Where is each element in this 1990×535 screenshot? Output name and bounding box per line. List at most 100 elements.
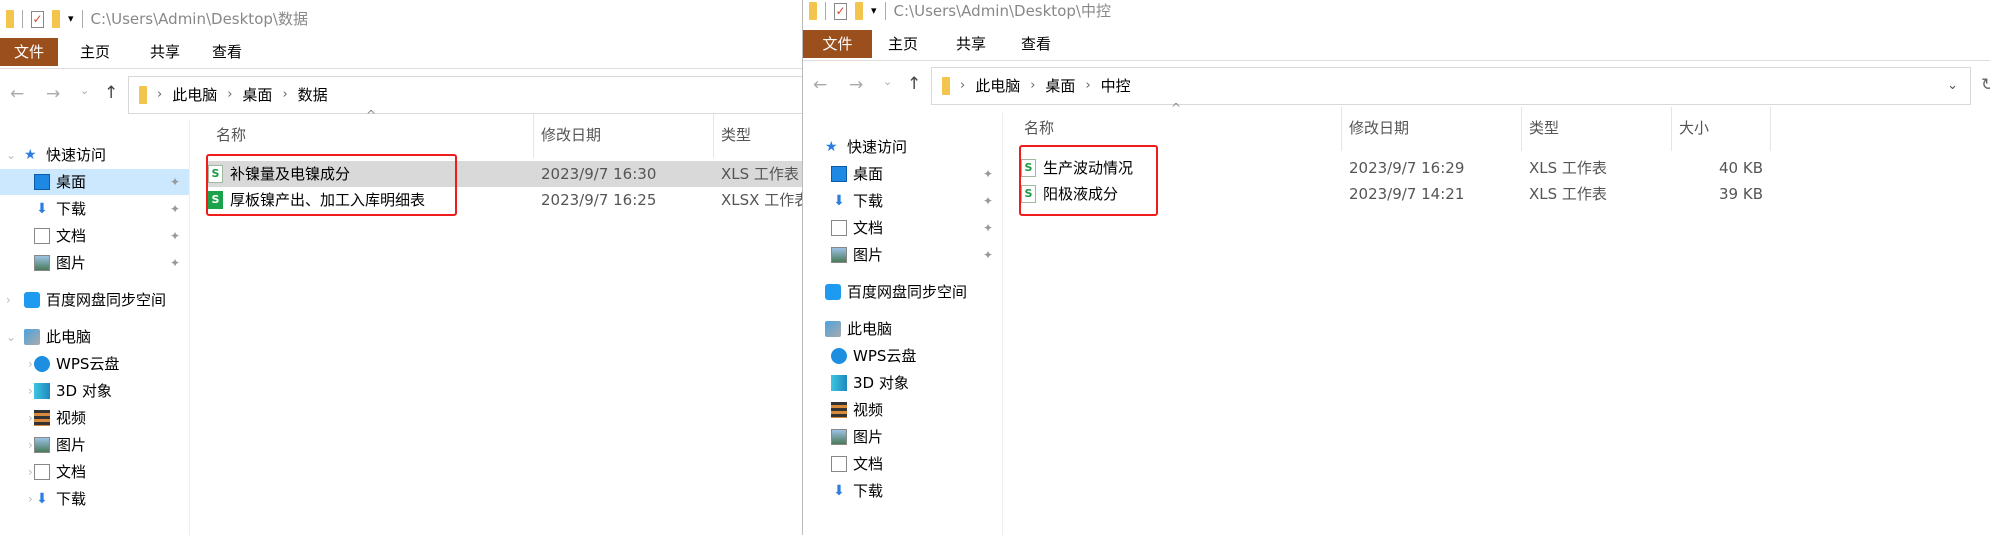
ribbon-tab-3[interactable]: 查看 xyxy=(1011,30,1061,58)
address-bar[interactable]: › 此电脑 › 桌面 › 数据 xyxy=(128,76,828,114)
chevron-right-icon[interactable]: › xyxy=(157,87,162,103)
pin-icon[interactable]: ✦ xyxy=(983,248,993,262)
up-icon[interactable]: ↑ xyxy=(907,74,921,94)
column-divider[interactable] xyxy=(1770,107,1771,151)
nav-item-video[interactable]: › 视频 xyxy=(0,405,189,431)
chevron-right-icon[interactable]: › xyxy=(28,411,33,425)
recent-locations-icon[interactable]: ⌄ xyxy=(883,75,892,88)
breadcrumb-item[interactable]: 桌面 xyxy=(1045,77,1075,95)
chevron-right-icon[interactable]: › xyxy=(1030,78,1035,94)
column-divider[interactable] xyxy=(1671,107,1672,151)
column-divider[interactable] xyxy=(1521,107,1522,151)
column-header-0[interactable]: 名称 xyxy=(216,126,246,144)
nav-item-download[interactable]: ⬇ 下载 xyxy=(803,478,1002,504)
customize-dropdown-icon[interactable]: ▾ xyxy=(871,4,877,17)
pin-icon[interactable]: ✦ xyxy=(983,167,993,181)
nav-item-pic[interactable]: 图片 xyxy=(803,424,1002,450)
column-header-2[interactable]: 类型 xyxy=(1529,119,1559,137)
chevron-down-icon[interactable]: ⌄ xyxy=(6,148,16,162)
download-icon: ⬇ xyxy=(36,491,48,507)
chevron-right-icon[interactable]: › xyxy=(1085,78,1090,94)
nav-item-pic[interactable]: › 图片 xyxy=(0,432,189,458)
address-dropdown-icon[interactable]: ⌄ xyxy=(1947,78,1958,94)
nav-item-star[interactable]: ⌄ ★ 快速访问 xyxy=(0,142,189,168)
nav-item-desktop[interactable]: 桌面 ✦ xyxy=(803,161,1002,187)
new-folder-icon[interactable] xyxy=(52,10,60,28)
nav-item-cloud[interactable]: WPS云盘 xyxy=(803,343,1002,369)
nav-item-baidu[interactable]: 百度网盘同步空间 xyxy=(803,279,1002,305)
column-divider[interactable] xyxy=(533,114,534,158)
nav-item-doc[interactable]: 文档 xyxy=(803,451,1002,477)
nav-item-doc[interactable]: › 文档 xyxy=(0,459,189,485)
nav-item-video[interactable]: 视频 xyxy=(803,397,1002,423)
pin-icon[interactable]: ✦ xyxy=(983,194,993,208)
nav-item-pc[interactable]: 此电脑 xyxy=(803,316,1002,342)
nav-item-doc[interactable]: 文档 ✦ xyxy=(803,215,1002,241)
chevron-right-icon[interactable]: › xyxy=(282,87,287,103)
chevron-right-icon[interactable]: › xyxy=(28,492,33,506)
chevron-right-icon[interactable]: › xyxy=(227,87,232,103)
pin-icon[interactable]: ✦ xyxy=(170,229,180,243)
ribbon-tab-1[interactable]: 主页 xyxy=(70,38,120,66)
column-header-1[interactable]: 修改日期 xyxy=(541,126,601,144)
back-icon[interactable]: ← xyxy=(813,75,827,95)
nav-item-cube[interactable]: 3D 对象 xyxy=(803,370,1002,396)
properties-icon[interactable]: ✓ xyxy=(834,2,847,20)
pin-icon[interactable]: ✦ xyxy=(170,202,180,216)
nav-item-download[interactable]: ⬇ 下载 ✦ xyxy=(803,188,1002,214)
ribbon-tab-2[interactable]: 共享 xyxy=(946,30,996,58)
breadcrumb-item[interactable]: 此电脑 xyxy=(172,86,217,104)
recent-locations-icon[interactable]: ⌄ xyxy=(80,84,89,97)
nav-item-download[interactable]: › ⬇ 下载 xyxy=(0,486,189,512)
nav-item-doc[interactable]: 文档 ✦ xyxy=(0,223,189,249)
nav-item-pc[interactable]: ⌄ 此电脑 xyxy=(0,324,189,350)
nav-item-label: 视频 xyxy=(56,409,87,427)
address-bar[interactable]: › 此电脑 › 桌面 › 中控 ⌄ xyxy=(931,67,1971,105)
ribbon-tab-1[interactable]: 主页 xyxy=(878,30,928,58)
chevron-right-icon[interactable]: › xyxy=(28,465,33,479)
nav-item-pic[interactable]: 图片 ✦ xyxy=(803,242,1002,268)
back-icon[interactable]: ← xyxy=(10,84,24,104)
new-folder-icon[interactable] xyxy=(855,2,863,20)
chevron-right-icon[interactable]: › xyxy=(28,357,33,371)
up-icon[interactable]: ↑ xyxy=(104,83,118,103)
nav-item-cloud[interactable]: › WPS云盘 xyxy=(0,351,189,377)
nav-item-label: 图片 xyxy=(56,436,87,454)
chevron-down-icon[interactable]: ⌄ xyxy=(6,330,16,344)
ribbon-tab-0[interactable]: 文件 xyxy=(803,30,872,58)
customize-dropdown-icon[interactable]: ▾ xyxy=(68,12,74,25)
ribbon-tab-2[interactable]: 共享 xyxy=(140,38,190,66)
nav-item-desktop[interactable]: 桌面 ✦ xyxy=(0,169,189,195)
column-header-2[interactable]: 类型 xyxy=(721,126,751,144)
pin-icon[interactable]: ✦ xyxy=(983,221,993,235)
column-header-3[interactable]: 大小 xyxy=(1679,119,1709,137)
nav-item-pic[interactable]: 图片 ✦ xyxy=(0,250,189,276)
chevron-right-icon[interactable]: › xyxy=(960,78,965,94)
pin-icon[interactable]: ✦ xyxy=(170,256,180,270)
breadcrumb-item[interactable]: 此电脑 xyxy=(975,77,1020,95)
breadcrumb-item[interactable]: 数据 xyxy=(298,86,328,104)
properties-icon[interactable]: ✓ xyxy=(31,10,44,28)
ribbon-tab-3[interactable]: 查看 xyxy=(202,38,252,66)
refresh-icon[interactable]: ↻ xyxy=(1981,75,1990,95)
breadcrumb-item[interactable]: 中控 xyxy=(1101,77,1131,95)
chevron-right-icon[interactable]: › xyxy=(28,384,33,398)
breadcrumb-item[interactable]: 桌面 xyxy=(242,86,272,104)
column-divider[interactable] xyxy=(713,114,714,158)
chevron-right-icon[interactable]: › xyxy=(6,293,11,307)
column-divider[interactable] xyxy=(1341,107,1342,151)
column-header-1[interactable]: 修改日期 xyxy=(1349,119,1409,137)
ribbon-tab-0[interactable]: 文件 xyxy=(0,38,58,66)
forward-icon[interactable]: → xyxy=(849,75,863,95)
file-type: XLS 工作表 xyxy=(721,165,799,183)
chevron-right-icon[interactable]: › xyxy=(28,438,33,452)
nav-item-star[interactable]: ★ 快速访问 xyxy=(803,134,1002,160)
nav-item-baidu[interactable]: › 百度网盘同步空间 xyxy=(0,287,189,313)
nav-item-download[interactable]: ⬇ 下载 ✦ xyxy=(0,196,189,222)
column-header-0[interactable]: 名称 xyxy=(1024,119,1054,137)
baidu-icon xyxy=(825,284,841,300)
forward-icon[interactable]: → xyxy=(46,84,60,104)
doc-icon xyxy=(831,456,847,472)
pin-icon[interactable]: ✦ xyxy=(170,175,180,189)
nav-item-cube[interactable]: › 3D 对象 xyxy=(0,378,189,404)
